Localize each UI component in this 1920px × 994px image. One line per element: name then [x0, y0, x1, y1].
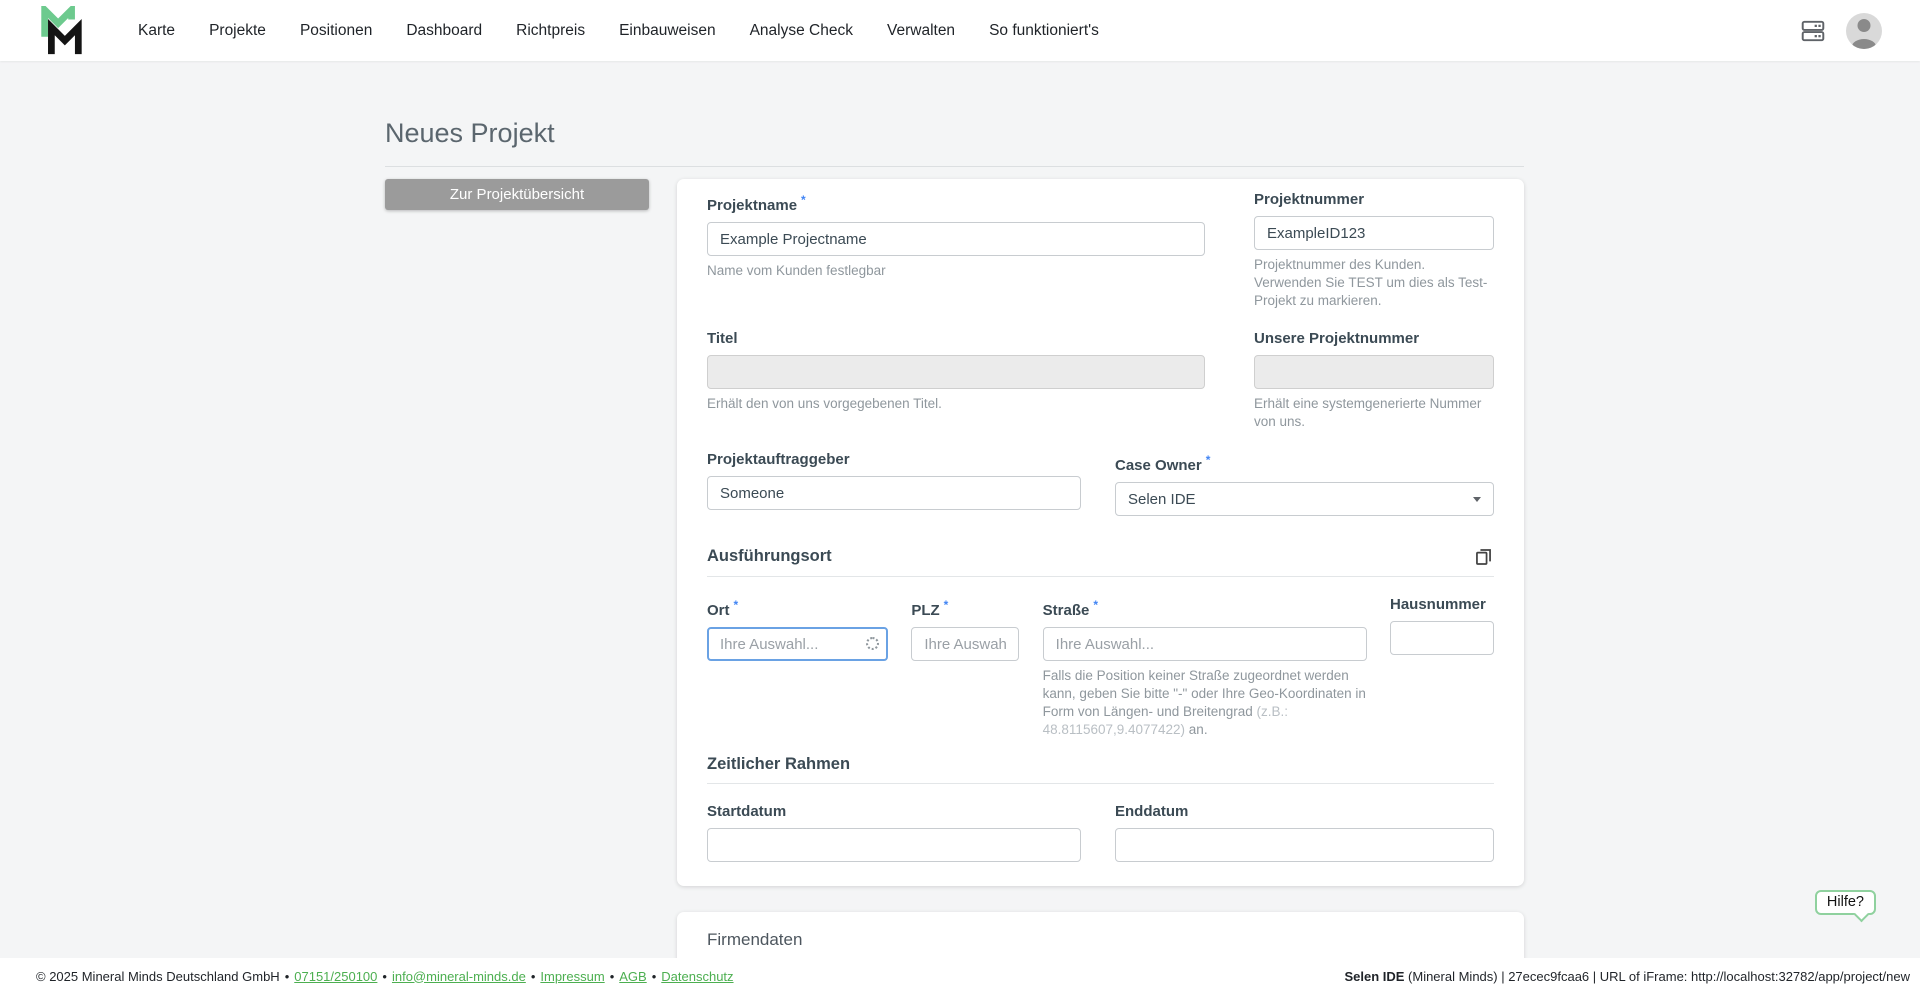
top-nav: Karte Projekte Positionen Dashboard Rich…	[0, 0, 1920, 61]
footer-link-phone[interactable]: 07151/250100	[294, 969, 377, 984]
logo-icon	[41, 5, 82, 54]
session-info: Selen IDE (Mineral Minds) | 27ecec9fcaa6…	[1344, 969, 1910, 984]
enddatum-label: Enddatum	[1115, 803, 1189, 820]
required-asterisk: *	[1093, 598, 1099, 612]
case-owner-select[interactable]: Selen IDE	[1115, 482, 1494, 516]
footer-link-email[interactable]: info@mineral-minds.de	[392, 969, 526, 984]
nav-richtpreis[interactable]: Richtpreis	[516, 22, 585, 40]
nav-verwalten[interactable]: Verwalten	[887, 22, 955, 40]
projektauftraggeber-field: Projektauftraggeber	[707, 451, 1081, 510]
enddatum-field: Enddatum	[1115, 803, 1494, 862]
caret-down-icon	[1473, 496, 1481, 502]
nav-karte[interactable]: Karte	[138, 22, 175, 40]
hausnummer-input[interactable]	[1389, 621, 1494, 655]
strasse-hint: Falls die Position keiner Straße zugeord…	[1042, 668, 1366, 737]
plz-field: PLZ *	[911, 596, 1020, 661]
required-asterisk: *	[733, 598, 739, 612]
titel-hint: Erhält den von uns vorgegebenen Titel.	[707, 396, 942, 411]
help-label: Hilfe?	[1826, 894, 1864, 910]
nav-dashboard[interactable]: Dashboard	[406, 22, 482, 40]
startdatum-field: Startdatum	[707, 803, 1081, 862]
footer: © 2025 Mineral Minds Deutschland GmbH • …	[0, 958, 1920, 994]
ausfuehrungsort-heading: Ausführungsort	[707, 547, 832, 565]
titel-label: Titel	[707, 330, 738, 347]
projektname-input[interactable]	[707, 222, 1205, 256]
separator: •	[530, 968, 536, 984]
mineral-minds-logo[interactable]	[38, 5, 86, 57]
startdatum-label: Startdatum	[707, 803, 787, 820]
footer-link-agb[interactable]: AGB	[619, 969, 646, 984]
separator: •	[284, 968, 290, 984]
nav-analyse-check[interactable]: Analyse Check	[750, 22, 853, 40]
case-owner-label: Case Owner *	[1115, 453, 1211, 474]
projektauftraggeber-input[interactable]	[707, 476, 1081, 510]
separator: •	[651, 968, 657, 984]
projektname-field: Projektname* Name vom Kunden festlegbar	[707, 191, 1205, 280]
titel-field: Titel Erhält den von uns vorgegebenen Ti…	[707, 330, 1205, 413]
projektnummer-input[interactable]	[1254, 216, 1494, 250]
nav-so-funktionierts[interactable]: So funktioniert's	[989, 22, 1099, 40]
project-form-card: Projektname* Name vom Kunden festlegbar …	[677, 179, 1524, 886]
strasse-label: Straße *	[1042, 598, 1099, 619]
footer-link-impressum[interactable]: Impressum	[540, 969, 604, 984]
unsere-projektnummer-hint: Erhält eine systemgenerierte Nummer von …	[1254, 396, 1482, 429]
copyright-text: © 2025 Mineral Minds Deutschland GmbH	[36, 968, 280, 984]
main-menu: Karte Projekte Positionen Dashboard Rich…	[138, 22, 1099, 40]
back-to-projects-button[interactable]: Zur Projektübersicht	[385, 179, 649, 210]
case-owner-value: Selen IDE	[1128, 490, 1196, 508]
case-owner-field: Case Owner * Selen IDE	[1115, 451, 1494, 516]
footer-link-datenschutz[interactable]: Datenschutz	[661, 969, 733, 984]
unsere-projektnummer-label: Unsere Projektnummer	[1254, 330, 1420, 347]
page-title: Neues Projekt	[385, 118, 555, 148]
startdatum-input[interactable]	[707, 828, 1081, 862]
unsere-projektnummer-field: Unsere Projektnummer Erhält eine systemg…	[1254, 330, 1494, 431]
enddatum-input[interactable]	[1115, 828, 1494, 862]
session-user: Selen IDE	[1344, 968, 1405, 984]
projektname-hint: Name vom Kunden festlegbar	[707, 263, 886, 278]
nav-positionen[interactable]: Positionen	[300, 22, 372, 40]
page-content: Neues Projekt Zur Projektübersicht Proje…	[0, 61, 1920, 994]
plz-input[interactable]	[911, 627, 1020, 661]
projektauftraggeber-label: Projektauftraggeber	[707, 451, 850, 468]
footer-left: © 2025 Mineral Minds Deutschland GmbH • …	[36, 969, 734, 984]
content-copy-icon[interactable]	[1473, 546, 1494, 567]
ort-field: Ort *	[707, 596, 888, 661]
required-asterisk: *	[801, 193, 806, 207]
projektname-label: Projektname *	[707, 193, 806, 214]
hausnummer-field: Hausnummer	[1389, 596, 1494, 655]
titel-input	[707, 355, 1205, 389]
hausnummer-label: Hausnummer	[1389, 596, 1486, 613]
ort-label: Ort *	[707, 598, 739, 619]
loading-spinner-icon	[866, 637, 879, 650]
avatar-body	[1852, 38, 1876, 49]
projektnummer-hint: Projektnummer des Kunden. Verwenden Sie …	[1254, 257, 1488, 308]
projektnummer-field: Projektnummer Projektnummer des Kunden. …	[1254, 191, 1494, 310]
separator: •	[609, 968, 615, 984]
zeitlicher-rahmen-heading: Zeitlicher Rahmen	[707, 755, 851, 773]
required-asterisk: *	[1205, 453, 1211, 467]
dns-server-icon[interactable]	[1800, 18, 1826, 44]
ort-input[interactable]	[707, 627, 888, 661]
required-asterisk: *	[943, 598, 949, 612]
separator: •	[382, 968, 387, 984]
title-divider	[385, 166, 1524, 167]
unsere-projektnummer-input	[1254, 355, 1494, 389]
user-avatar-icon[interactable]	[1846, 12, 1882, 49]
plz-label: PLZ *	[911, 598, 949, 619]
nav-einbauweisen[interactable]: Einbauweisen	[619, 22, 716, 40]
nav-right-icons	[1800, 12, 1882, 49]
session-details: (Mineral Minds) | 27ecec9fcaa6 | URL of …	[1404, 968, 1910, 984]
help-button[interactable]: Hilfe?	[1814, 890, 1876, 915]
projektnummer-label: Projektnummer	[1254, 191, 1365, 208]
avatar-head	[1857, 18, 1871, 32]
nav-projekte[interactable]: Projekte	[209, 22, 266, 40]
strasse-input[interactable]	[1042, 627, 1367, 661]
strasse-field: Straße* Falls die Position keiner Straße…	[1042, 596, 1367, 739]
